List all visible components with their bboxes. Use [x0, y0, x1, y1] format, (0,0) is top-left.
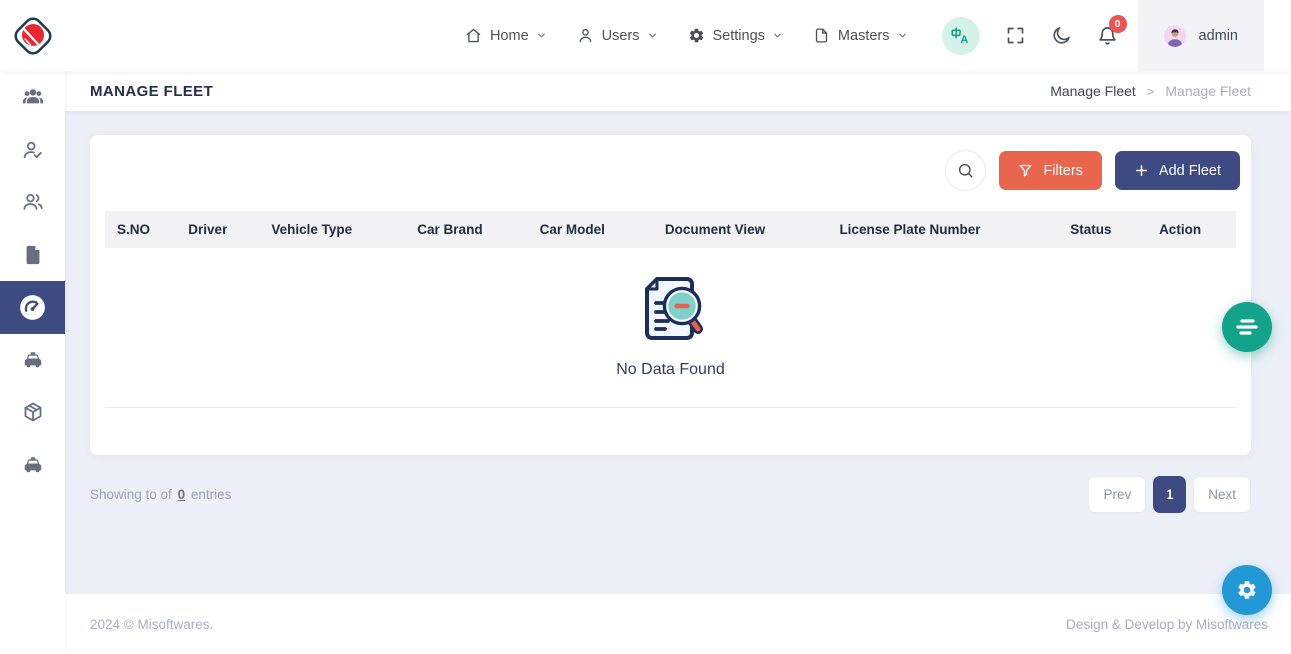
translate-icon: A — [950, 25, 971, 46]
fleet-table-card: Filters Add Fleet S.NO Driver Vehicle Ty… — [90, 135, 1251, 455]
footer: 2024 © Misoftwares. Design & Develop by … — [65, 593, 1291, 654]
username-label: admin — [1199, 28, 1239, 44]
chevron-down-icon — [772, 30, 783, 41]
taxi-icon — [22, 349, 44, 371]
gear-icon — [1236, 579, 1258, 601]
icon-sidebar — [0, 71, 65, 654]
no-data-illustration — [635, 272, 707, 350]
notification-count-badge: 0 — [1109, 15, 1127, 33]
next-page-button[interactable]: Next — [1193, 476, 1251, 513]
users-icon — [22, 191, 44, 213]
sidebar-item-vehicles[interactable] — [0, 334, 65, 387]
column-driver: Driver — [176, 211, 259, 248]
footer-copyright: 2024 © Misoftwares. — [90, 617, 213, 632]
user-icon — [577, 27, 594, 44]
home-icon — [465, 27, 482, 44]
navbar-actions: A 0 — [942, 17, 1118, 55]
footer-credit: Design & Develop by Misoftwares — [1066, 617, 1268, 632]
sidebar-item-packages[interactable] — [0, 386, 65, 439]
package-icon — [22, 401, 44, 423]
chevron-down-icon — [536, 30, 547, 41]
column-document-view: Document View — [653, 211, 828, 248]
column-vehicle-type: Vehicle Type — [259, 211, 405, 248]
page-header: MANAGE FLEET Manage Fleet > Manage Fleet — [65, 71, 1291, 111]
column-sno: S.NO — [105, 211, 176, 248]
menu-masters-label: Masters — [838, 28, 890, 44]
sidebar-item-manage-fleet[interactable] — [0, 281, 65, 334]
language-translate-button[interactable]: A — [942, 17, 980, 55]
gauge-icon — [19, 294, 46, 321]
no-data-text: No Data Found — [105, 361, 1236, 379]
menu-home-label: Home — [490, 28, 529, 44]
column-car-model: Car Model — [528, 211, 653, 248]
sidebar-item-team[interactable] — [0, 71, 65, 124]
entries-count: 0 — [178, 487, 186, 502]
fleet-table: S.NO Driver Vehicle Type Car Brand Car M… — [105, 211, 1236, 408]
menu-home[interactable]: Home — [465, 27, 547, 44]
table-header-row: S.NO Driver Vehicle Type Car Brand Car M… — [105, 211, 1236, 248]
user-check-icon — [22, 139, 44, 161]
file-icon — [813, 27, 830, 44]
sidebar-item-documents[interactable] — [0, 229, 65, 282]
fullscreen-icon[interactable] — [1005, 25, 1026, 46]
floating-filter-button[interactable] — [1222, 302, 1272, 352]
add-fleet-button-label: Add Fleet — [1159, 163, 1221, 179]
document-icon — [22, 244, 44, 266]
search-button[interactable] — [945, 150, 986, 191]
breadcrumb-parent[interactable]: Manage Fleet — [1050, 83, 1136, 99]
floating-settings-button[interactable] — [1222, 565, 1272, 615]
empty-state-row: No Data Found — [105, 248, 1236, 408]
notifications-button[interactable]: 0 — [1097, 25, 1118, 46]
misoftwares-logo-icon — [10, 13, 56, 59]
menu-masters[interactable]: Masters — [813, 27, 908, 44]
sidebar-item-driver-approval[interactable] — [0, 124, 65, 177]
manage-fleet-page: Home Users Settings Masters — [0, 0, 1291, 654]
entries-summary-prefix: Showing to of — [90, 487, 172, 502]
entries-summary: Showing to of 0 entries — [90, 487, 231, 502]
chevron-down-icon — [647, 30, 658, 41]
column-license-plate: License Plate Number — [827, 211, 1058, 248]
pager: Prev 1 Next — [1088, 476, 1251, 513]
gear-icon — [688, 27, 705, 44]
top-navbar: Home Users Settings Masters — [0, 0, 1291, 71]
entries-summary-suffix: entries — [191, 487, 232, 502]
main-menu: Home Users Settings Masters — [465, 27, 908, 44]
user-profile-menu[interactable]: admin — [1138, 0, 1265, 71]
breadcrumb-separator: > — [1147, 84, 1155, 99]
taxi-icon — [22, 454, 44, 476]
filters-button[interactable]: Filters — [999, 151, 1101, 190]
menu-users[interactable]: Users — [577, 27, 658, 44]
sidebar-item-rides[interactable] — [0, 439, 65, 492]
sidebar-item-customers[interactable] — [0, 176, 65, 229]
add-fleet-button[interactable]: Add Fleet — [1115, 151, 1240, 190]
dark-mode-moon-icon[interactable] — [1051, 25, 1072, 46]
table-toolbar: Filters Add Fleet — [90, 135, 1251, 206]
avatar — [1164, 25, 1186, 47]
chevron-down-icon — [897, 30, 908, 41]
filter-lines-icon — [1223, 303, 1271, 351]
plus-icon — [1134, 163, 1149, 178]
menu-users-label: Users — [602, 28, 640, 44]
team-icon — [22, 86, 44, 108]
column-status: Status — [1058, 211, 1147, 248]
filters-button-label: Filters — [1043, 163, 1082, 179]
menu-settings-label: Settings — [713, 28, 765, 44]
funnel-icon — [1018, 163, 1033, 178]
empty-state: No Data Found — [105, 248, 1236, 408]
prev-page-button[interactable]: Prev — [1088, 476, 1146, 513]
breadcrumb: Manage Fleet > Manage Fleet — [1050, 83, 1251, 99]
breadcrumb-current: Manage Fleet — [1165, 83, 1251, 99]
page-title: MANAGE FLEET — [90, 83, 213, 100]
menu-settings[interactable]: Settings — [688, 27, 783, 44]
pagination-bar: Showing to of 0 entries Prev 1 Next — [90, 476, 1251, 513]
column-action: Action — [1147, 211, 1236, 248]
column-car-brand: Car Brand — [405, 211, 527, 248]
search-icon — [957, 162, 974, 179]
svg-text:A: A — [960, 34, 968, 46]
brand-logo[interactable] — [0, 13, 65, 59]
current-page-button[interactable]: 1 — [1153, 476, 1186, 513]
